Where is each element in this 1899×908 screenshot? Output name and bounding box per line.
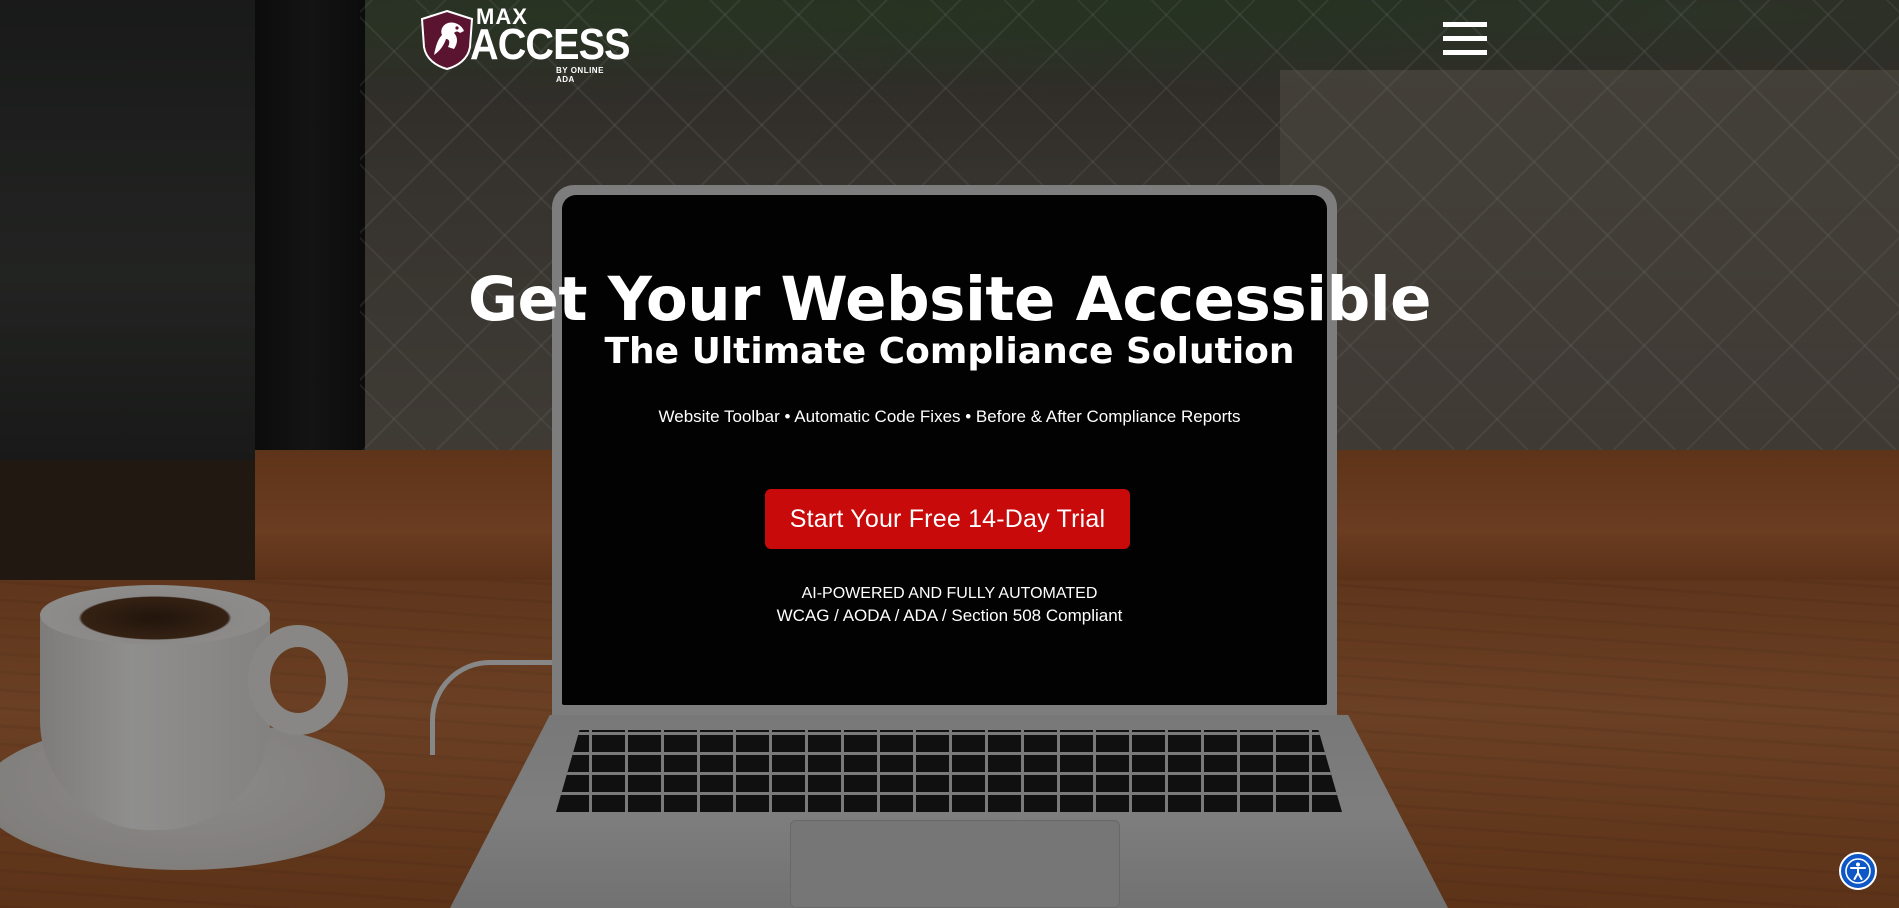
feature-list: Website Toolbar • Automatic Code Fixes •… xyxy=(658,407,1241,426)
menu-bar xyxy=(1443,36,1487,41)
site-logo[interactable]: MAX ACCESS BY ONLINE ADA xyxy=(418,6,631,84)
horse-shield-icon xyxy=(420,9,474,71)
hero-title: Get Your Website Accessible xyxy=(467,264,1432,335)
compliance-text: WCAG / AODA / ADA / Section 508 Complian… xyxy=(776,606,1123,625)
tagline-text: AI-POWERED AND FULLY AUTOMATED xyxy=(801,585,1098,602)
background-image xyxy=(0,0,1899,908)
logo-byline: BY ONLINE ADA xyxy=(556,66,604,84)
menu-bar xyxy=(1443,50,1487,55)
background-overlay xyxy=(0,0,1899,908)
hero-subtitle: The Ultimate Compliance Solution xyxy=(604,331,1295,372)
hero-section: MAX ACCESS BY ONLINE ADA Get Your Websit… xyxy=(0,0,1899,908)
accessibility-person-icon xyxy=(1845,858,1871,884)
hamburger-menu-icon[interactable] xyxy=(1443,22,1487,56)
logo-text-access: ACCESS xyxy=(470,20,631,69)
accessibility-widget-button[interactable] xyxy=(1839,852,1877,890)
menu-bar xyxy=(1443,22,1487,27)
start-free-trial-button[interactable]: Start Your Free 14-Day Trial xyxy=(765,489,1130,549)
